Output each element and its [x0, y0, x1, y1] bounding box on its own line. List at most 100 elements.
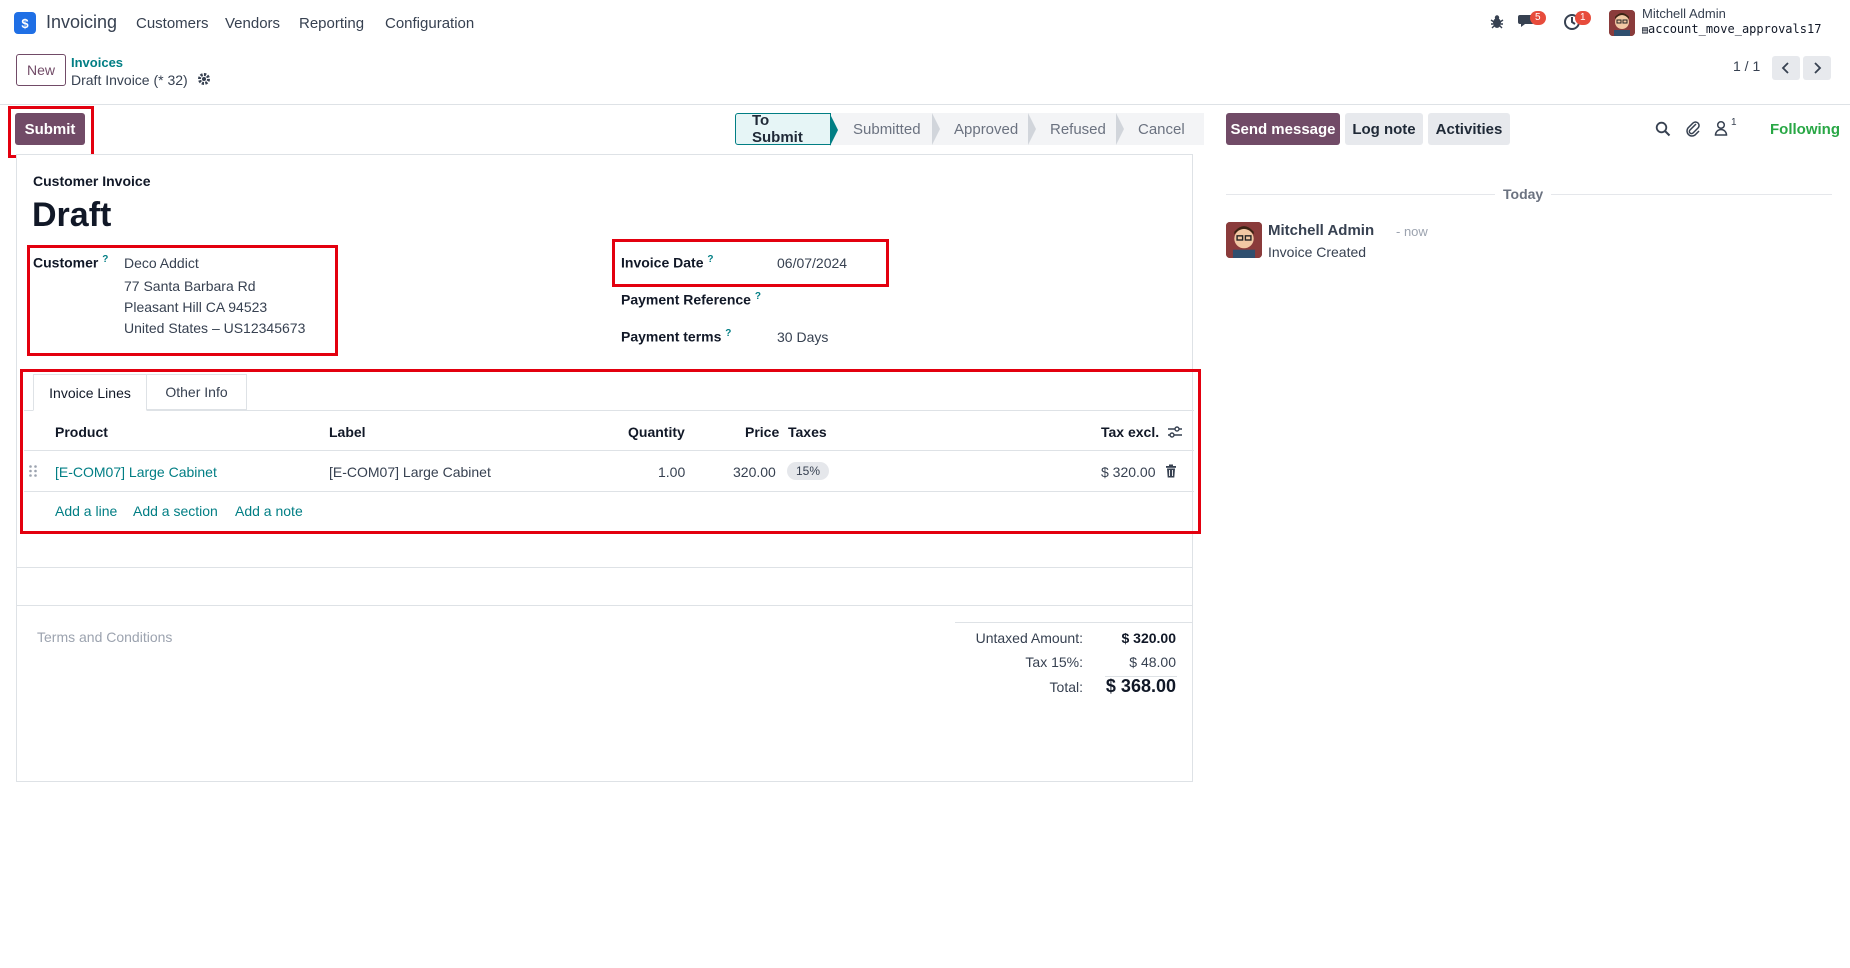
breadcrumb-invoices-link[interactable]: Invoices: [71, 55, 123, 70]
customer-address-country: United States – US12345673: [124, 320, 306, 336]
tax-value: $ 48.00: [1129, 654, 1176, 670]
stage-to-submit-label: To Submit: [752, 112, 803, 146]
tab-invoice-lines[interactable]: Invoice Lines: [33, 374, 147, 411]
stage-cancel-label: Cancel: [1138, 120, 1185, 138]
column-header-price[interactable]: Price: [745, 424, 779, 440]
form-divider: [17, 567, 1192, 568]
add-section-link[interactable]: Add a section: [133, 503, 218, 519]
column-header-tax-excl[interactable]: Tax excl.: [1101, 424, 1159, 440]
pager-next-button[interactable]: [1803, 56, 1831, 80]
message-timestamp: - now: [1396, 224, 1428, 239]
invoice-date-field[interactable]: 06/07/2024: [777, 255, 847, 271]
message-author-avatar[interactable]: [1226, 222, 1262, 258]
stage-approved-label: Approved: [954, 120, 1019, 138]
control-panel-divider: [0, 104, 1850, 105]
date-separator-today: Today: [1495, 186, 1552, 202]
line-tax-tag[interactable]: 15%: [787, 462, 830, 480]
invoicing-app-icon[interactable]: $: [14, 12, 36, 34]
send-message-button[interactable]: Send message: [1226, 113, 1340, 145]
payment-terms-field[interactable]: 30 Days: [777, 329, 828, 345]
payment-terms-label-text: Payment terms: [621, 328, 722, 345]
delete-line-trash-icon[interactable]: [1165, 464, 1177, 482]
submit-button[interactable]: Submit: [15, 113, 85, 145]
line-label[interactable]: [E-COM07] Large Cabinet: [329, 464, 491, 480]
user-name[interactable]: Mitchell Admin: [1642, 6, 1726, 21]
line-product[interactable]: [E-COM07] Large Cabinet: [55, 464, 217, 480]
form-divider: [17, 605, 1192, 606]
stage-cancel[interactable]: Cancel: [1116, 113, 1204, 145]
chevron-left-icon: [1781, 62, 1789, 74]
following-toggle[interactable]: Following: [1770, 121, 1840, 138]
database-name: ▤account_move_approvals17: [1642, 22, 1821, 36]
stage-submitted[interactable]: Submitted: [831, 113, 940, 145]
untaxed-amount-value: $ 320.00: [1121, 630, 1177, 646]
help-question-icon[interactable]: ?: [707, 254, 713, 265]
log-note-button[interactable]: Log note: [1345, 113, 1423, 145]
add-note-link[interactable]: Add a note: [235, 503, 303, 519]
record-actions-gear-icon[interactable]: [197, 72, 211, 90]
terms-and-conditions-input[interactable]: Terms and Conditions: [37, 629, 172, 645]
column-header-quantity[interactable]: Quantity: [628, 424, 685, 440]
stage-approved[interactable]: Approved: [932, 113, 1036, 145]
customer-label: Customer ?: [33, 254, 108, 271]
payment-terms-label: Payment terms ?: [621, 328, 731, 345]
message-author-name[interactable]: Mitchell Admin: [1268, 222, 1374, 239]
help-question-icon[interactable]: ?: [755, 291, 761, 302]
invoice-date-label: Invoice Date ?: [621, 254, 713, 271]
customer-name[interactable]: Deco Addict: [124, 255, 199, 271]
pager-previous-button[interactable]: [1772, 56, 1800, 80]
stage-refused-label: Refused: [1050, 120, 1106, 138]
pager-value[interactable]: 1 / 1: [1733, 58, 1760, 74]
tab-other-info[interactable]: Other Info: [147, 374, 247, 410]
status-bar: To Submit Submitted Approved Refused Can…: [735, 112, 1204, 146]
tax-label: Tax 15%:: [1025, 654, 1083, 670]
add-line-link[interactable]: Add a line: [55, 503, 117, 519]
customer-address-city: Pleasant Hill CA 94523: [124, 299, 268, 315]
activities-count-badge: 1: [1575, 11, 1591, 25]
line-quantity[interactable]: 1.00: [658, 464, 685, 480]
menu-customers[interactable]: Customers: [136, 15, 209, 32]
help-question-icon[interactable]: ?: [725, 328, 731, 339]
help-question-icon[interactable]: ?: [102, 254, 108, 265]
menu-vendors[interactable]: Vendors: [225, 15, 280, 32]
payment-reference-field[interactable]: [777, 286, 1167, 312]
invoice-state-title: Draft: [32, 196, 112, 234]
total-label: Total:: [1049, 679, 1083, 695]
line-subtotal: $ 320.00: [1101, 464, 1156, 480]
payment-reference-label: Payment Reference ?: [621, 291, 761, 308]
tabs-divider: [24, 410, 1194, 411]
followers-user-icon[interactable]: [1714, 120, 1728, 140]
app-name[interactable]: Invoicing: [46, 12, 117, 33]
database-name-text: account_move_approvals17: [1648, 22, 1822, 36]
menu-reporting[interactable]: Reporting: [299, 15, 364, 32]
move-type-label: Customer Invoice: [33, 173, 151, 189]
menu-configuration[interactable]: Configuration: [385, 15, 474, 32]
user-avatar[interactable]: [1609, 10, 1635, 36]
customer-address-street: 77 Santa Barbara Rd: [124, 278, 256, 294]
total-value: $ 368.00: [1105, 676, 1176, 696]
column-header-taxes[interactable]: Taxes: [788, 424, 827, 440]
drag-handle-icon[interactable]: [28, 464, 38, 482]
invoice-date-label-text: Invoice Date: [621, 254, 704, 271]
search-messages-icon[interactable]: [1655, 121, 1671, 141]
untaxed-amount-label: Untaxed Amount:: [975, 630, 1083, 646]
payment-reference-label-text: Payment Reference: [621, 291, 751, 308]
stage-submitted-label: Submitted: [853, 120, 921, 138]
message-body: Invoice Created: [1268, 244, 1367, 260]
optional-columns-toggle-icon[interactable]: [1167, 424, 1183, 444]
followers-count: 1: [1731, 117, 1737, 128]
line-price[interactable]: 320.00: [733, 464, 776, 480]
column-header-product[interactable]: Product: [55, 424, 108, 440]
debug-bug-icon[interactable]: [1489, 14, 1505, 34]
chevron-right-icon: [1814, 62, 1822, 74]
top-navbar: $ Invoicing Customers Vendors Reporting …: [0, 0, 1850, 46]
new-button[interactable]: New: [16, 54, 66, 86]
messages-count-badge: 5: [1530, 11, 1546, 25]
stage-to-submit[interactable]: To Submit: [735, 112, 838, 146]
stage-refused[interactable]: Refused: [1028, 113, 1124, 145]
breadcrumb-current-record: Draft Invoice (* 32): [71, 72, 188, 88]
column-header-label[interactable]: Label: [329, 424, 366, 440]
totals-divider: [955, 622, 1192, 623]
activities-button[interactable]: Activities: [1428, 113, 1510, 145]
attachments-paperclip-icon[interactable]: [1685, 120, 1701, 141]
